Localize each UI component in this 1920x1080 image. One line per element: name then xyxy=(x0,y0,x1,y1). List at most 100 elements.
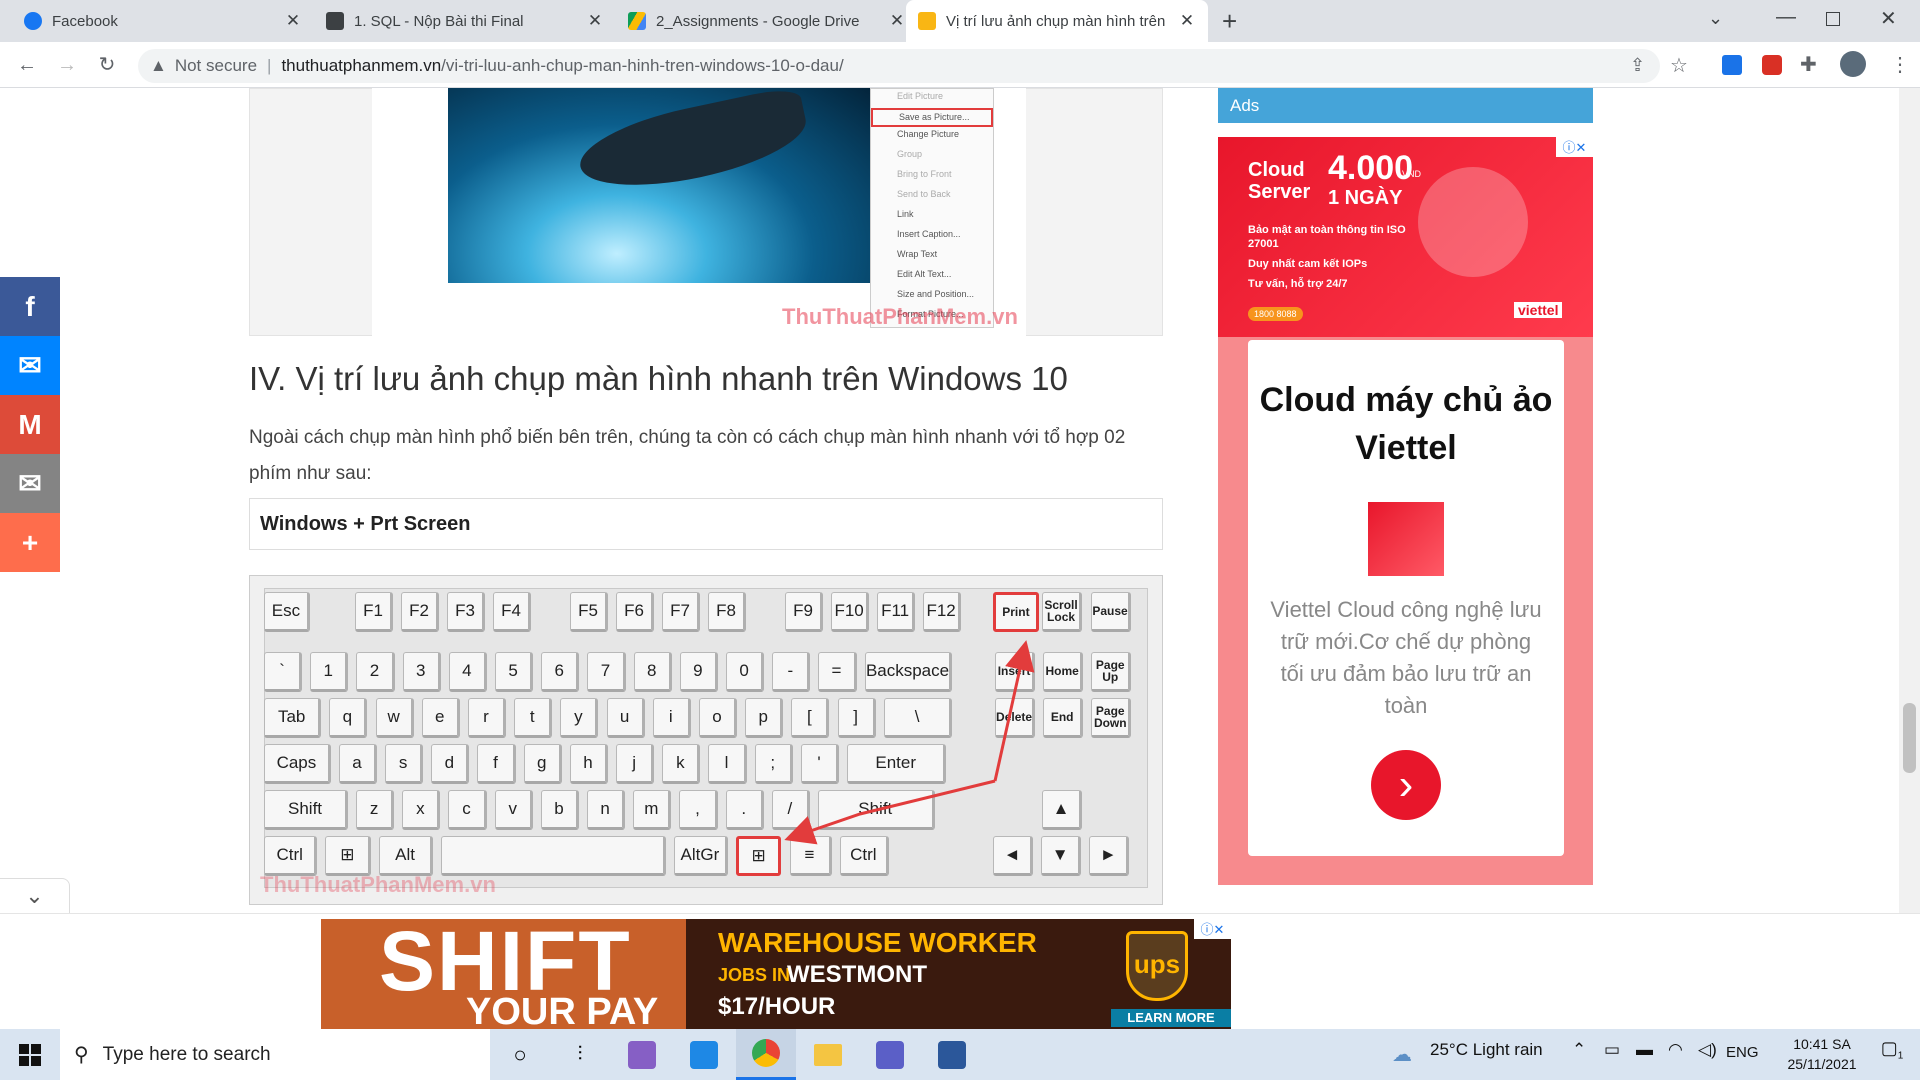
facebook-icon xyxy=(24,12,42,30)
google-drive-icon xyxy=(628,12,646,30)
learn-more-button[interactable]: LEARN MORE xyxy=(1111,1009,1231,1027)
screenshot-image: Edit Picture Save as Picture... Change P… xyxy=(372,84,1026,336)
ad-text: Server xyxy=(1248,181,1311,203)
ad-phone: 1800 8088 xyxy=(1248,307,1303,321)
share-facebook-button[interactable]: f xyxy=(0,277,60,336)
wifi-icon[interactable]: ◠ xyxy=(1668,1040,1683,1060)
share-messenger-button[interactable]: ✉ xyxy=(0,336,60,395)
notification-icon[interactable]: ▢1 xyxy=(1872,1038,1912,1072)
battery-icon[interactable]: ▬ xyxy=(1636,1040,1653,1060)
ad-text: $17/HOUR xyxy=(718,993,836,1020)
share-more-button[interactable]: + xyxy=(0,513,60,572)
ad-price: 4.000 xyxy=(1328,149,1414,187)
menu-kebab-icon[interactable]: ⋮ xyxy=(1890,52,1910,77)
address-bar[interactable]: ▲ Not secure | thuthuatphanmem.vn/vi-tri… xyxy=(138,49,1660,83)
ad-unit: VND xyxy=(1402,169,1422,179)
close-icon[interactable]: ✕ xyxy=(586,11,604,31)
share-page-icon[interactable]: ⇪ xyxy=(1630,55,1645,76)
chevron-down-icon: ⌄ xyxy=(25,883,44,908)
gmail-icon: M xyxy=(18,408,42,440)
meet-now-icon[interactable]: ▭ xyxy=(1604,1040,1620,1060)
ad-text: WAREHOUSE WORKER xyxy=(718,927,1037,958)
visual-studio-icon[interactable] xyxy=(612,1029,672,1080)
speaker-icon[interactable]: ◁) xyxy=(1698,1040,1717,1060)
chevron-up-icon[interactable]: ⌃ xyxy=(1572,1040,1586,1060)
ups-banner-ad[interactable]: SHIFT YOUR PAY WAREHOUSE WORKER JOBS IN … xyxy=(321,919,1231,1029)
ad-thumbnail xyxy=(1368,502,1444,576)
adchoices-icon[interactable]: ⓘ✕ xyxy=(1194,919,1231,939)
task-view-icon[interactable]: ○ xyxy=(490,1029,550,1080)
extension-drop-icon[interactable] xyxy=(1722,55,1742,75)
weather-icon[interactable]: ☁ xyxy=(1392,1042,1412,1067)
context-menu: Edit Picture Save as Picture... Change P… xyxy=(870,88,994,328)
back-icon[interactable]: ← xyxy=(12,50,42,80)
url-host: thuthuatphanmem.vn xyxy=(281,56,442,75)
ad-text: JOBS IN xyxy=(718,965,791,985)
menu-item: Change Picture xyxy=(897,129,960,139)
ad-next-button[interactable]: › xyxy=(1371,750,1441,820)
close-icon[interactable]: ✕ xyxy=(284,11,302,31)
ads-label: Ads xyxy=(1218,88,1593,123)
tab-facebook[interactable]: Facebook ✕ xyxy=(12,0,314,42)
teams-icon[interactable] xyxy=(860,1029,920,1080)
vscode-icon[interactable] xyxy=(674,1029,734,1080)
widgets-icon[interactable]: ⫶ xyxy=(550,1029,610,1080)
collapse-share-button[interactable]: ⌄ xyxy=(0,878,70,914)
ad-bullet: Duy nhất cam kết IOPs xyxy=(1248,258,1368,270)
close-icon[interactable]: ✕ xyxy=(1178,11,1196,31)
file-explorer-icon[interactable] xyxy=(798,1029,858,1080)
menu-item: Group xyxy=(897,149,923,159)
minimize-icon[interactable]: — xyxy=(1776,6,1796,29)
extensions-puzzle-icon[interactable]: ✚ xyxy=(1800,52,1817,77)
language-indicator[interactable]: ENG xyxy=(1726,1044,1759,1061)
divider: | xyxy=(267,56,272,75)
tab-search-icon[interactable]: ⌄ xyxy=(1708,8,1723,29)
adchoices-icon[interactable]: ⓘ✕ xyxy=(1556,137,1593,157)
search-placeholder: Type here to search xyxy=(102,1043,271,1065)
page-scrollbar[interactable] xyxy=(1899,88,1920,1028)
ad-bullet: Bảo mật an toàn thông tin ISO 27001 xyxy=(1248,224,1406,250)
ad-per: 1 NGÀY xyxy=(1328,187,1403,209)
maximize-icon[interactable] xyxy=(1826,12,1840,26)
share-email-button[interactable]: ✉ xyxy=(0,454,60,513)
watermark: ThuThuatPhanMem.vn xyxy=(782,304,1018,329)
reload-icon[interactable]: ↻ xyxy=(92,50,122,80)
profile-avatar[interactable] xyxy=(1840,51,1866,77)
chrome-icon[interactable] xyxy=(736,1029,796,1080)
bookmark-star-icon[interactable]: ☆ xyxy=(1670,53,1688,78)
taskbar-search[interactable]: ⚲ Type here to search xyxy=(60,1029,490,1080)
article-paragraph: Ngoài cách chụp màn hình phổ biến bên tr… xyxy=(249,427,1126,484)
messenger-icon: ✉ xyxy=(18,350,42,381)
viettel-banner-ad[interactable]: Cloud Server 4.000 VND 1 NGÀY Bảo mật an … xyxy=(1218,137,1593,337)
new-tab-button[interactable]: + xyxy=(1222,6,1237,37)
window-close-icon[interactable]: ✕ xyxy=(1880,6,1897,31)
classroom-icon xyxy=(326,12,344,30)
start-button[interactable] xyxy=(0,1029,60,1080)
security-label[interactable]: Not secure xyxy=(175,56,257,76)
tab-drive[interactable]: 2_Assignments - Google Drive ✕ xyxy=(616,0,918,42)
menu-item: Edit Alt Text... xyxy=(897,269,952,279)
ad-text: Cloud xyxy=(1248,159,1305,181)
word-icon[interactable] xyxy=(922,1029,982,1080)
ups-logo: ups xyxy=(1126,931,1188,1001)
ad-card-description: Viettel Cloud công nghệ lưu trữ mới.Cơ c… xyxy=(1270,597,1542,718)
weather-text[interactable]: 25°C Light rain xyxy=(1430,1040,1543,1060)
share-gmail-button[interactable]: M xyxy=(0,395,60,454)
tab-sql[interactable]: 1. SQL - Nộp Bài thi Final ✕ xyxy=(314,0,616,42)
warning-icon[interactable]: ▲ xyxy=(150,56,167,76)
close-icon[interactable]: ✕ xyxy=(888,11,906,31)
forward-icon[interactable]: → xyxy=(52,50,82,80)
ad-card-title[interactable]: Cloud máy chủ ảo Viettel xyxy=(1248,376,1564,472)
viettel-logo: viettel xyxy=(1514,302,1563,318)
date: 25/11/2021 xyxy=(1787,1056,1857,1072)
ad-text: YOUR PAY xyxy=(466,991,659,1029)
tab-active-article[interactable]: Vị trí lưu ảnh chụp màn hình trên ✕ xyxy=(906,0,1208,42)
shark-silhouette xyxy=(573,84,813,202)
extension-media-icon[interactable] xyxy=(1762,55,1782,75)
shark-photo xyxy=(448,84,870,283)
time: 10:41 SA xyxy=(1793,1036,1851,1052)
clock[interactable]: 10:41 SA 25/11/2021 xyxy=(1772,1034,1872,1074)
scrollbar-thumb[interactable] xyxy=(1903,703,1916,773)
ad-bullet: Tư vấn, hỗ trợ 24/7 xyxy=(1248,278,1348,290)
windows-logo-icon xyxy=(19,1043,41,1066)
